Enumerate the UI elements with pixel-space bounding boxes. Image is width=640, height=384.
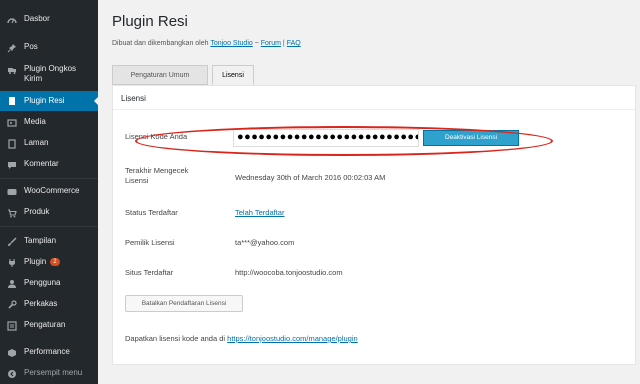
last-checked-label: Terakhir Mengecek Lisensi — [125, 166, 189, 185]
sidebar-item-label: Perkakas — [24, 299, 58, 308]
panel-header: Lisensi — [113, 86, 635, 110]
gauge-icon — [6, 347, 18, 359]
sidebar-item-appearance[interactable]: Tampilan — [0, 236, 98, 248]
faq-link[interactable]: FAQ — [287, 40, 301, 47]
plugin-credits: Dibuat dan dikembangkan oleh Tonjoo Stud… — [112, 40, 301, 47]
license-panel: Lisensi Lisensi Kode Anda ●●●●●●●●●●●●●●… — [112, 85, 636, 365]
sidebar-item-label: Media — [24, 117, 46, 126]
plugins-label-text: Plugin — [24, 257, 47, 266]
sidebar-item-label: Laman — [24, 138, 49, 147]
sidebar-item-label: WooCommerce — [24, 186, 80, 195]
sidebar-item-label: Produk — [24, 207, 50, 216]
sidebar-item-label: Pengaturan — [24, 320, 66, 329]
dashboard-icon — [6, 14, 18, 26]
sidebar-item-label: Komentar — [24, 159, 59, 168]
credits-prefix: Dibuat dan dikembangkan oleh — [112, 40, 209, 47]
settings-icon — [6, 320, 18, 332]
sidebar-item-media[interactable]: Media — [0, 117, 98, 129]
sidebar-separator — [0, 226, 98, 227]
cart-icon — [6, 207, 18, 219]
forum-link[interactable]: Forum — [261, 40, 281, 47]
cancel-registration-button[interactable]: Batalkan Pendaftaran Lisensi — [125, 295, 243, 312]
deactivate-license-button[interactable]: Deaktivasi Lisensi — [423, 130, 519, 146]
sidebar-item-pages[interactable]: Laman — [0, 138, 98, 150]
main-content: Plugin Resi Dibuat dan dikembangkan oleh… — [98, 0, 640, 384]
sidebar-item-label: Plugin 2 — [24, 257, 60, 267]
sidebar-item-performance[interactable]: Performance — [0, 347, 98, 359]
last-checked-value: Wednesday 30th of March 2016 00:02:03 AM — [235, 173, 386, 182]
sidebar-item-plugin-resi[interactable]: Plugin Resi — [0, 91, 98, 111]
license-store-link[interactable]: https://tonjoostudio.com/manage/plugin — [227, 334, 358, 343]
sidebar-item-label: Tampilan — [24, 236, 57, 245]
sidebar-item-label: Performance — [24, 347, 70, 356]
brush-icon — [6, 236, 18, 248]
tab-general-settings[interactable]: Pengaturan Umum — [112, 65, 208, 85]
license-key-field[interactable]: ●●●●●●●●●●●●●●●●●●●●●●●●●●●● — [233, 129, 419, 147]
sidebar-separator — [0, 178, 98, 179]
sidebar-item-posts[interactable]: Pos — [0, 42, 98, 54]
receipt-icon — [6, 95, 18, 107]
license-owner-value: ta***@yahoo.com — [235, 238, 295, 247]
registered-site-value: http://woocoba.tonjoostudio.com — [235, 268, 343, 277]
sidebar-item-label: Dasbor — [24, 14, 50, 23]
sidebar-item-tools[interactable]: Perkakas — [0, 299, 98, 311]
page-icon — [6, 138, 18, 150]
author-link[interactable]: Tonjoo Studio — [210, 40, 252, 47]
sidebar-item-label: Pengguna — [24, 278, 61, 287]
license-owner-label: Pemilik Lisensi — [125, 238, 175, 247]
sidebar-item-products[interactable]: Produk — [0, 207, 98, 219]
sidebar-item-users[interactable]: Pengguna — [0, 278, 98, 290]
media-icon — [6, 117, 18, 129]
footer-prefix: Dapatkan lisensi kode anda di — [125, 334, 226, 343]
sidebar-item-woocommerce[interactable]: WooCommerce — [0, 186, 98, 198]
sidebar-item-ongkos-kirim[interactable]: Plugin Ongkos Kirim — [0, 64, 98, 84]
tab-license[interactable]: Lisensi — [212, 65, 254, 85]
sidebar-item-dashboard[interactable]: Dasbor — [0, 14, 98, 26]
registered-site-label: Situs Terdaftar — [125, 268, 174, 277]
truck-icon — [6, 64, 18, 76]
sidebar-item-label: Plugin Ongkos Kirim — [24, 64, 77, 83]
sidebar-item-settings[interactable]: Pengaturan — [0, 320, 98, 332]
sidebar-item-comments[interactable]: Komentar — [0, 159, 98, 171]
license-footer-note: Dapatkan lisensi kode anda di https://to… — [125, 334, 358, 343]
pin-icon — [6, 42, 18, 54]
update-count-badge: 2 — [50, 257, 60, 266]
sidebar-item-label: Plugin Resi — [24, 96, 65, 105]
users-icon — [6, 278, 18, 290]
credits-separator: ~ — [252, 40, 261, 47]
registration-status-value[interactable]: Telah Terdaftar — [235, 208, 284, 217]
sidebar-item-collapse[interactable]: Persempit menu — [0, 368, 98, 380]
page-title: Plugin Resi — [112, 13, 188, 30]
woocommerce-icon — [6, 186, 18, 198]
wrench-icon — [6, 299, 18, 311]
plugin-icon — [6, 257, 18, 269]
comment-icon — [6, 159, 18, 171]
license-key-label: Lisensi Kode Anda — [125, 132, 188, 141]
admin-sidebar: Dasbor Pos Plugin Ongkos Kirim Plugin Re… — [0, 0, 98, 384]
sidebar-item-plugins[interactable]: Plugin 2 — [0, 257, 98, 269]
panel-title: Lisensi — [121, 94, 146, 103]
sidebar-item-label: Pos — [24, 42, 38, 51]
registration-status-label: Status Terdaftar — [125, 208, 178, 217]
collapse-icon — [6, 368, 18, 380]
sidebar-item-label: Persempit menu — [24, 368, 83, 377]
